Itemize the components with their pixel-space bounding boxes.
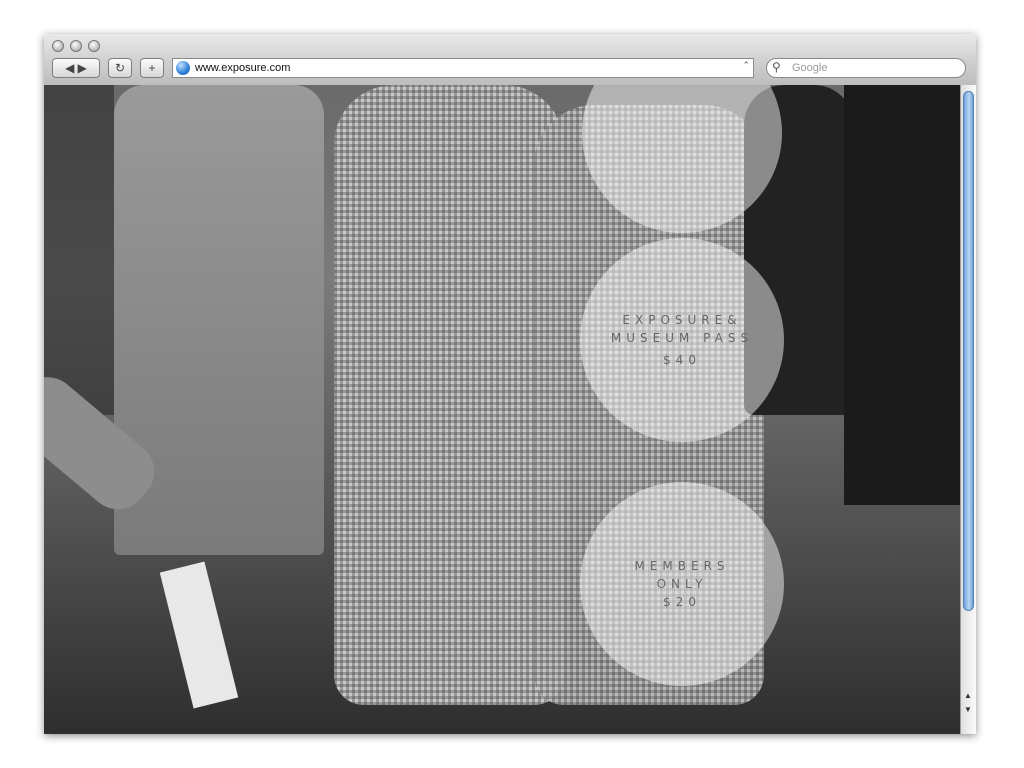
close-window-icon[interactable] (52, 40, 64, 52)
page-content: EXPOSURE& MUSEUM PASS $40 MEMBERS ONLY $… (44, 85, 960, 734)
vertical-scrollbar[interactable]: ▲ ▼ (960, 85, 976, 734)
back-icon[interactable]: ◀ (65, 61, 74, 75)
pass-price-circle[interactable]: EXPOSURE& MUSEUM PASS $40 (580, 238, 784, 442)
members-price: $20 (663, 595, 701, 609)
search-icon[interactable]: ⚲ (772, 60, 781, 74)
reload-button[interactable]: ↻ (108, 58, 132, 78)
scrollbar-thumb[interactable] (963, 91, 974, 611)
plus-icon: + (148, 61, 156, 75)
pass-title-line-1: EXPOSURE& (622, 313, 742, 327)
globe-icon (176, 61, 190, 75)
back-forward-button[interactable]: ◀ ▶ (52, 58, 100, 78)
search-placeholder[interactable]: Google (792, 62, 827, 74)
members-title-line-2: ONLY (656, 577, 708, 591)
scroll-up-icon[interactable]: ▲ (964, 691, 972, 700)
pass-price: $40 (663, 353, 701, 367)
paper-object (159, 561, 239, 709)
members-title-line-1: MEMBERS (634, 559, 730, 573)
add-bookmark-button[interactable]: + (140, 58, 164, 78)
address-text[interactable]: www.exposure.com (195, 62, 290, 74)
search-field[interactable]: ⚲ Google (766, 58, 966, 78)
minimize-window-icon[interactable] (70, 40, 82, 52)
scroll-down-icon[interactable]: ▼ (964, 705, 972, 714)
browser-toolbar: ◀ ▶ ↻ + www.exposure.com ⌃ ⚲ Google (44, 34, 976, 86)
chevron-down-icon[interactable]: ⌃ (742, 60, 750, 71)
pass-title-line-2: MUSEUM PASS (610, 331, 754, 345)
man-in-dark-suit-figure (844, 85, 960, 505)
forward-icon[interactable]: ▶ (78, 61, 87, 75)
woman-in-dress-figure (334, 85, 564, 705)
members-price-circle[interactable]: MEMBERS ONLY $20 (580, 482, 784, 686)
browser-window: ◀ ▶ ↻ + www.exposure.com ⌃ ⚲ Google EXPO… (44, 34, 976, 734)
reload-icon: ↻ (114, 61, 126, 75)
background-figure (44, 85, 114, 415)
address-bar[interactable]: www.exposure.com ⌃ (172, 58, 754, 78)
zoom-window-icon[interactable] (88, 40, 100, 52)
